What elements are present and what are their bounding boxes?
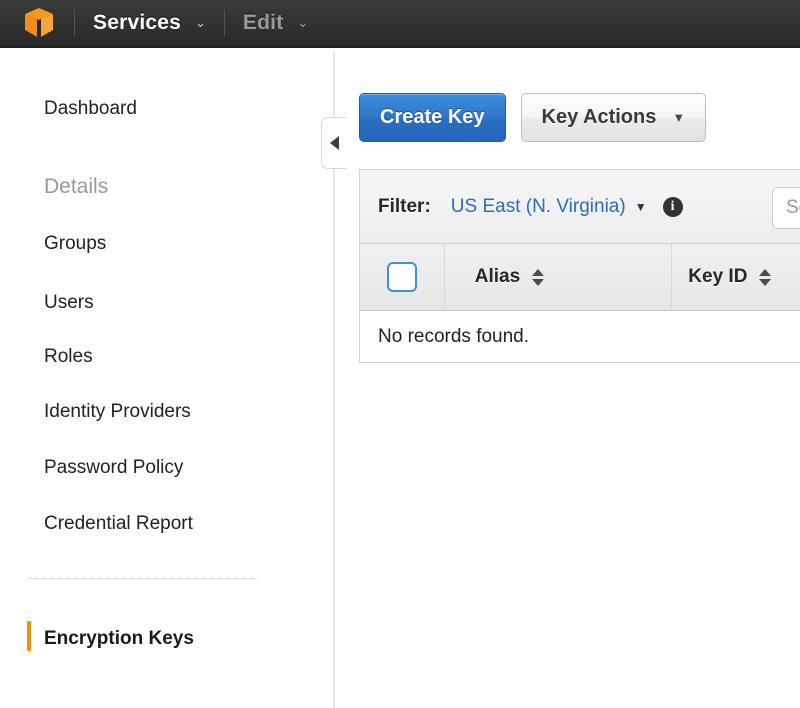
- sidebar-item-encryption-keys[interactable]: Encryption Keys: [44, 628, 194, 650]
- sort-descending-icon: [532, 278, 545, 286]
- sidebar-collapse-button[interactable]: [321, 117, 347, 169]
- chevron-down-icon: ▼: [672, 110, 686, 125]
- keys-table-empty-row: No records found.: [359, 311, 800, 363]
- key-actions-button[interactable]: Key Actions ▼: [520, 93, 707, 142]
- sidebar-active-indicator: [27, 621, 31, 651]
- sidebar-item-groups[interactable]: Groups: [44, 233, 106, 255]
- key-actions-label: Key Actions: [541, 106, 657, 128]
- sidebar: Dashboard Details Groups Users Roles Ide…: [0, 51, 335, 708]
- top-navigation-bar: Services ⌄ Edit ⌄: [0, 0, 800, 48]
- chevron-down-icon[interactable]: ▼: [635, 201, 647, 213]
- filter-panel: Filter: US East (N. Virginia) ▼ i Search: [359, 169, 800, 244]
- empty-state-message: No records found.: [378, 325, 530, 347]
- sidebar-item-password-policy[interactable]: Password Policy: [44, 457, 183, 479]
- nav-divider-2: [223, 9, 225, 36]
- region-filter-dropdown[interactable]: US East (N. Virginia): [451, 196, 626, 218]
- aws-cube-logo-icon[interactable]: [22, 6, 56, 40]
- nav-edit-menu[interactable]: Edit ⌄: [243, 0, 308, 47]
- sidebar-item-roles[interactable]: Roles: [44, 346, 93, 368]
- sort-arrows-icon[interactable]: [759, 268, 772, 286]
- info-circle-icon[interactable]: i: [662, 196, 683, 217]
- search-input[interactable]: Search: [772, 187, 800, 229]
- column-header-alias[interactable]: Alias: [445, 243, 673, 311]
- action-toolbar: Create Key Key Actions ▼: [359, 93, 707, 142]
- chevron-down-icon: ⌄: [297, 15, 309, 30]
- sidebar-item-dashboard[interactable]: Dashboard: [44, 98, 137, 120]
- sort-ascending-icon: [759, 268, 772, 276]
- create-key-label: Create Key: [380, 106, 485, 128]
- main-content: Create Key Key Actions ▼ Filter: US East…: [337, 51, 800, 708]
- sort-descending-icon: [759, 278, 772, 286]
- select-all-header-cell[interactable]: [360, 243, 445, 311]
- column-header-alias-label: Alias: [474, 266, 521, 287]
- sidebar-item-identity-providers[interactable]: Identity Providers: [44, 401, 191, 423]
- filter-label: Filter:: [378, 195, 431, 217]
- chevron-down-icon: ⌄: [195, 15, 206, 30]
- nav-services-menu[interactable]: Services ⌄: [93, 0, 206, 47]
- select-all-checkbox[interactable]: [386, 262, 417, 292]
- sidebar-section-details: Details: [44, 175, 109, 198]
- column-header-key-id[interactable]: Key ID: [672, 244, 800, 311]
- create-key-button[interactable]: Create Key: [359, 93, 506, 142]
- column-header-key-id-label: Key ID: [688, 266, 748, 287]
- search-placeholder-text: Search: [786, 197, 800, 218]
- keys-table-header: Alias Key ID: [359, 243, 800, 311]
- sidebar-divider: [28, 578, 258, 579]
- nav-divider-1: [74, 9, 75, 36]
- nav-services-label: Services: [93, 10, 182, 34]
- sort-ascending-icon: [532, 268, 545, 276]
- sidebar-item-credential-report[interactable]: Credential Report: [44, 513, 193, 535]
- sort-arrows-icon[interactable]: [532, 268, 545, 286]
- sidebar-item-users[interactable]: Users: [44, 292, 94, 314]
- collapse-left-triangle-icon: [330, 136, 339, 150]
- nav-edit-label: Edit: [242, 10, 284, 34]
